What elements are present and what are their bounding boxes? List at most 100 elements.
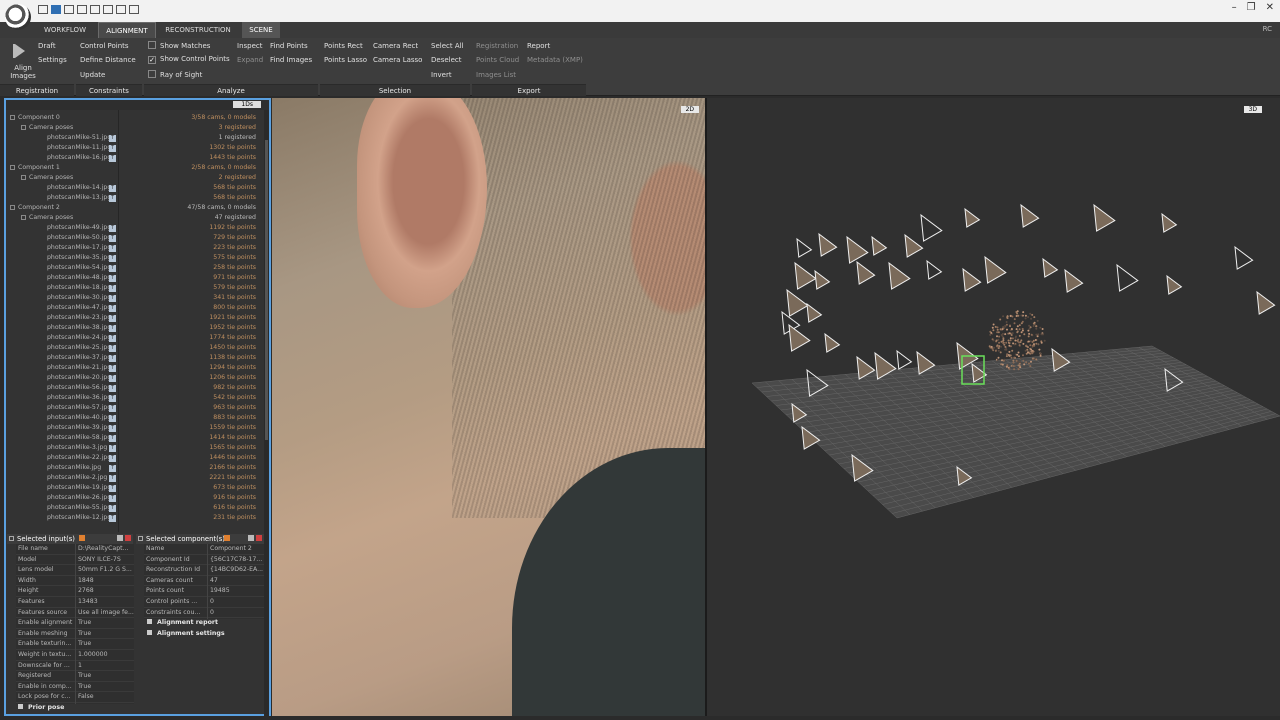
property-row[interactable]: Name Component 2	[144, 544, 266, 555]
tree-image-row[interactable]: photscanMike-12.jpg T 231 tie points	[6, 513, 266, 523]
panel-layout-tag[interactable]: 1Ds	[233, 101, 261, 108]
property-row[interactable]: Points count 19485	[144, 586, 266, 597]
report-button[interactable]: Report	[527, 42, 550, 50]
tree-image-row[interactable]: photscanMike-30.jpg T 341 tie points	[6, 293, 266, 303]
tree-image-row[interactable]: photscanMike-16.jpg T 1443 tie points	[6, 153, 266, 163]
tree-image-row[interactable]: photscanMike-14.jpg T 568 tie points	[6, 183, 266, 193]
tree-image-row[interactable]: photscanMike-49.jpg T 1192 tie points	[6, 223, 266, 233]
property-value[interactable]: True	[78, 671, 91, 681]
property-value[interactable]: 1	[78, 661, 82, 671]
tree-image-row[interactable]: photscanMike-51.jpg T 1 registered	[6, 133, 266, 143]
tree-component-row[interactable]: Component 2 47/58 cams, 0 models	[6, 203, 266, 213]
camera-frustum[interactable]	[1064, 268, 1084, 293]
property-row[interactable]: Component Id {56C17C78-17...	[144, 555, 266, 566]
camera-frustum[interactable]	[888, 261, 911, 290]
invert-button[interactable]: Invert	[431, 71, 452, 79]
property-column-divider[interactable]	[207, 544, 208, 619]
tree-image-row[interactable]: photscanMike-23.jpg T 1921 tie points	[6, 313, 266, 323]
property-value[interactable]: True	[78, 639, 91, 649]
property-value[interactable]: 19485	[210, 586, 230, 596]
tree-image-row[interactable]: photscanMike-57.jpg T 963 tie points	[6, 403, 266, 413]
camera-frustum[interactable]	[904, 233, 924, 258]
camera-frustum[interactable]	[1166, 274, 1183, 295]
properties-scrollbar[interactable]	[264, 532, 269, 716]
settings-button[interactable]: Settings	[38, 56, 67, 64]
property-value[interactable]: False	[78, 692, 94, 702]
find-points-button[interactable]: Find Points	[270, 42, 308, 50]
property-row[interactable]: Cameras count 47	[144, 576, 266, 587]
restore-icon[interactable]: ❐	[1247, 2, 1256, 13]
camera-rect-button[interactable]: Camera Rect	[373, 42, 418, 50]
property-value[interactable]: 50mm F1.2 G S...	[78, 565, 132, 575]
tree-image-row[interactable]: photscanMike-35.jpg T 575 tie points	[6, 253, 266, 263]
points-rect-button[interactable]: Points Rect	[324, 42, 363, 50]
tree-camera-poses-row[interactable]: Camera poses 2 registered	[6, 173, 266, 183]
camera-frustum[interactable]	[1042, 257, 1059, 278]
property-value[interactable]: SONY ILCE-7S	[78, 555, 121, 565]
layout-icon[interactable]	[77, 5, 87, 14]
view-2d-tag[interactable]: 2D	[680, 106, 699, 113]
tree-image-row[interactable]: photscanMike-22.jpg T 1446 tie points	[6, 453, 266, 463]
tree-image-row[interactable]: photscanMike-40.jpg T 883 tie points	[6, 413, 266, 423]
layout-icon[interactable]	[103, 5, 113, 14]
camera-frustum[interactable]	[818, 232, 838, 257]
maximize-icon[interactable]	[117, 535, 123, 541]
define-distance-button[interactable]: Define Distance	[80, 56, 136, 64]
property-row[interactable]: Constraints cou... 0	[144, 608, 266, 619]
tree-component-row[interactable]: Component 1 2/58 cams, 0 models	[6, 163, 266, 173]
export-points-cloud-button[interactable]: Points Cloud	[476, 56, 519, 64]
camera-frustum[interactable]	[896, 349, 913, 370]
camera-frustum[interactable]	[796, 237, 813, 258]
tree-image-row[interactable]: photscanMike-3.jpg T 1565 tie points	[6, 443, 266, 453]
camera-frustum[interactable]	[920, 213, 943, 242]
layout-icon[interactable]	[38, 5, 48, 14]
camera-frustum[interactable]	[964, 207, 981, 228]
layout-icon[interactable]	[51, 5, 61, 14]
export-registration-button[interactable]: Registration	[476, 42, 518, 50]
tree-image-row[interactable]: photscanMike-18.jpg T 579 tie points	[6, 283, 266, 293]
tree-image-row[interactable]: photscanMike-54.jpg T 258 tie points	[6, 263, 266, 273]
property-value[interactable]: 1.000000	[78, 650, 108, 660]
property-row[interactable]: Reconstruction Id {14BC9D62-EA...	[144, 565, 266, 576]
camera-frustum[interactable]	[984, 255, 1007, 284]
tree-image-row[interactable]: photscanMike-24.jpg T 1774 tie points	[6, 333, 266, 343]
camera-lasso-button[interactable]: Camera Lasso	[373, 56, 422, 64]
tree-image-row[interactable]: photscanMike-56.jpg T 982 tie points	[6, 383, 266, 393]
tab-workflow[interactable]: WORKFLOW	[36, 22, 94, 38]
camera-frustum[interactable]	[788, 323, 811, 352]
filter-icon[interactable]	[224, 535, 230, 541]
close-icon[interactable]	[256, 535, 262, 541]
tree-image-row[interactable]: photscanMike-55.jpg T 616 tie points	[6, 503, 266, 513]
camera-frustum[interactable]	[1161, 212, 1178, 233]
camera-frustum[interactable]	[1093, 203, 1116, 232]
filter-icon[interactable]	[79, 535, 85, 541]
property-value[interactable]: D:\RealityCapt...	[78, 544, 128, 554]
layout-icon[interactable]	[64, 5, 74, 14]
property-value[interactable]: {56C17C78-17...	[210, 555, 262, 565]
collapse-icon[interactable]	[10, 205, 15, 210]
camera-frustum[interactable]	[824, 332, 841, 353]
tree-image-row[interactable]: photscanMike.jpg T 2166 tie points	[6, 463, 266, 473]
property-value[interactable]: Component 2	[210, 544, 252, 554]
tree-camera-poses-row[interactable]: Camera poses 3 registered	[6, 123, 266, 133]
tree-image-row[interactable]: photscanMike-47.jpg T 800 tie points	[6, 303, 266, 313]
property-value[interactable]: 1848	[78, 576, 94, 586]
pin-icon[interactable]	[138, 536, 143, 541]
tab-reconstruction[interactable]: RECONSTRUCTION	[160, 22, 236, 38]
scrollbar-thumb[interactable]	[265, 140, 268, 440]
alignment-settings-section[interactable]: Alignment settings	[147, 630, 225, 637]
camera-frustum[interactable]	[786, 288, 809, 317]
property-value[interactable]: 13483	[78, 597, 98, 607]
points-lasso-button[interactable]: Points Lasso	[324, 56, 367, 64]
camera-frustum[interactable]	[1234, 245, 1254, 270]
tree-image-row[interactable]: photscanMike-39.jpg T 1559 tie points	[6, 423, 266, 433]
tree-image-row[interactable]: photscanMike-19.jpg T 673 tie points	[6, 483, 266, 493]
scene-3d-view[interactable]: 3D	[707, 98, 1280, 716]
tree-image-row[interactable]: photscanMike-17.jpg T 223 tie points	[6, 243, 266, 253]
tree-image-row[interactable]: photscanMike-37.jpg T 1138 tie points	[6, 353, 266, 363]
layout-icon[interactable]	[90, 5, 100, 14]
property-value[interactable]: 2768	[78, 586, 94, 596]
close-icon[interactable]	[125, 535, 131, 541]
metadata-xmp-button[interactable]: Metadata (XMP)	[527, 56, 583, 64]
minimize-icon[interactable]: –	[1232, 2, 1237, 13]
